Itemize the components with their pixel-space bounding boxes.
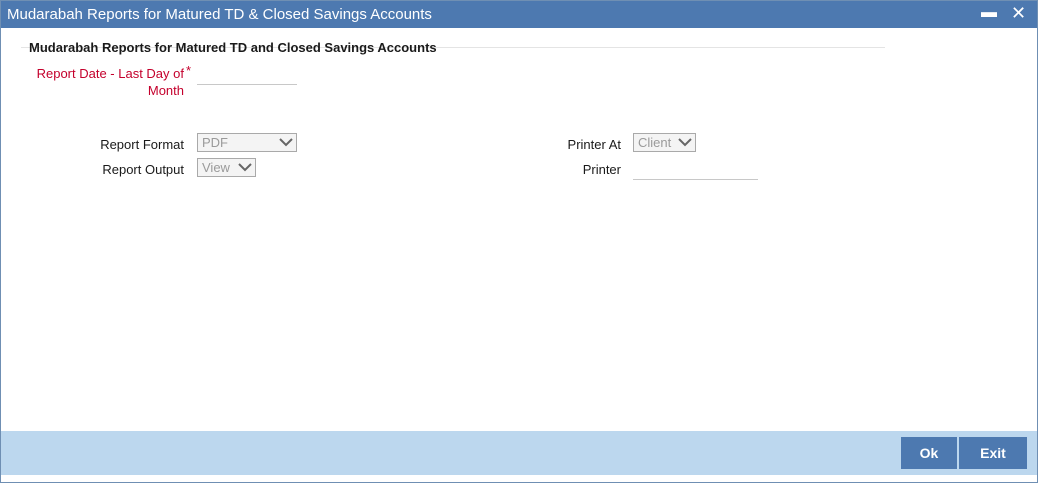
report-output-select[interactable]: View [197, 158, 256, 177]
section-title: Mudarabah Reports for Matured TD and Clo… [29, 40, 437, 55]
printer-at-value: Client [638, 135, 672, 150]
exit-button[interactable]: Exit [959, 437, 1027, 469]
required-asterisk: * [186, 63, 192, 78]
report-output-value: View [202, 160, 230, 175]
report-format-select[interactable]: PDF [197, 133, 297, 152]
report-date-label-line1: Report Date - Last Day of [36, 66, 184, 81]
report-date-label-line2: Month [147, 83, 184, 98]
window-title: Mudarabah Reports for Matured TD & Close… [7, 6, 432, 23]
report-date-label: Report Date - Last Day of Month [21, 66, 184, 98]
report-format-label: Report Format [100, 137, 184, 152]
chevron-down-icon [678, 138, 692, 147]
report-format-value: PDF [202, 135, 228, 150]
footer-bar: Ok Exit [1, 431, 1037, 475]
ok-button[interactable]: Ok [901, 437, 957, 469]
report-window: Mudarabah Reports for Matured TD & Close… [0, 0, 1038, 483]
title-bar: Mudarabah Reports for Matured TD & Close… [1, 1, 1037, 28]
printer-input[interactable] [633, 163, 758, 180]
printer-at-select[interactable]: Client [633, 133, 696, 152]
printer-at-label: Printer At [567, 137, 621, 152]
minimize-icon[interactable]: ▬ [981, 2, 997, 24]
close-icon[interactable]: ✕ [1011, 2, 1026, 24]
chevron-down-icon [279, 138, 293, 147]
report-output-label: Report Output [102, 162, 184, 177]
bottom-strip [1, 475, 1037, 482]
chevron-down-icon [238, 163, 252, 172]
report-date-input[interactable] [197, 68, 297, 85]
printer-label: Printer [582, 162, 621, 177]
